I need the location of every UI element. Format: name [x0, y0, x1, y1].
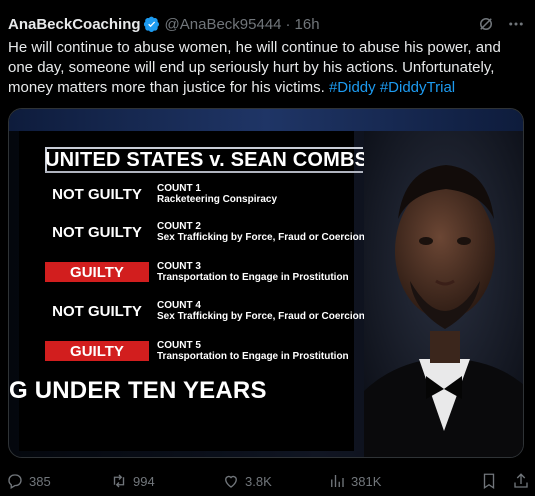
- views-button[interactable]: 381K: [328, 472, 478, 490]
- count-row: NOT GUILTY COUNT 4 Sex Trafficking by Fo…: [45, 298, 365, 324]
- hashtag-diddytrial[interactable]: #DiddyTrial: [380, 79, 455, 96]
- broadcast-stripe: [9, 109, 523, 131]
- bookmark-icon[interactable]: [480, 472, 498, 490]
- count-number: COUNT 3: [157, 261, 201, 272]
- portrait-photo: [364, 131, 523, 457]
- tweet-media-image[interactable]: UNITED STATES v. SEAN COMBS NOT GUILTY C…: [8, 108, 524, 458]
- handle[interactable]: @AnaBeck95444: [165, 16, 282, 33]
- count-number: COUNT 1: [157, 183, 201, 194]
- count-row: NOT GUILTY COUNT 1 Racketeering Conspira…: [45, 181, 277, 207]
- count-charge: Transportation to Engage in Prostitution: [157, 351, 349, 362]
- more-icon[interactable]: [507, 15, 525, 33]
- count-info: COUNT 5 Transportation to Engage in Pros…: [157, 340, 349, 362]
- count-info: COUNT 1 Racketeering Conspiracy: [157, 183, 277, 205]
- count-info: COUNT 4 Sex Trafficking by Force, Fraud …: [157, 300, 365, 322]
- repost-count: 994: [133, 473, 155, 489]
- count-charge: Transportation to Engage in Prostitution: [157, 272, 349, 283]
- tweet-header: AnaBeckCoaching @AnaBeck95444 · 16h: [8, 14, 525, 34]
- verified-badge-icon: [143, 16, 159, 32]
- like-button[interactable]: 3.8K: [222, 472, 328, 490]
- like-icon: [225, 475, 237, 488]
- count-info: COUNT 2 Sex Trafficking by Force, Fraud …: [157, 221, 365, 243]
- count-charge: Sex Trafficking by Force, Fraud or Coerc…: [157, 311, 365, 322]
- graphic-title: UNITED STATES v. SEAN COMBS: [45, 149, 369, 171]
- like-count: 3.8K: [245, 473, 272, 489]
- grok-icon[interactable]: [477, 15, 495, 33]
- action-bar: 385 994 3.8K 381K: [6, 470, 530, 492]
- display-name[interactable]: AnaBeckCoaching: [8, 16, 141, 33]
- separator-dot: ·: [285, 15, 291, 33]
- timestamp[interactable]: 16h: [295, 16, 320, 33]
- reply-button[interactable]: 385: [6, 472, 110, 490]
- count-row: GUILTY COUNT 5 Transportation to Engage …: [45, 338, 349, 364]
- count-number: COUNT 4: [157, 300, 201, 311]
- count-charge: Sex Trafficking by Force, Fraud or Coerc…: [157, 232, 365, 243]
- reply-icon: [8, 474, 22, 489]
- share-icon[interactable]: [512, 472, 530, 490]
- verdict-label: NOT GUILTY: [52, 302, 142, 320]
- count-number: COUNT 5: [157, 340, 201, 351]
- repost-button[interactable]: 994: [110, 472, 222, 490]
- verdict-label: NOT GUILTY: [52, 185, 142, 203]
- count-row: NOT GUILTY COUNT 2 Sex Trafficking by Fo…: [45, 219, 365, 245]
- count-number: COUNT 2: [157, 221, 201, 232]
- lower-third-banner: G UNDER TEN YEARS: [9, 377, 267, 404]
- reply-count: 385: [29, 473, 51, 489]
- count-row: GUILTY COUNT 3 Transportation to Engage …: [45, 259, 349, 285]
- verdict-label: GUILTY: [45, 341, 149, 361]
- hashtag-diddy[interactable]: #Diddy: [329, 79, 376, 96]
- views-count: 381K: [351, 473, 382, 489]
- title-rule: [45, 171, 363, 173]
- count-info: COUNT 3 Transportation to Engage in Pros…: [157, 261, 349, 283]
- count-charge: Racketeering Conspiracy: [157, 194, 278, 205]
- verdict-label: GUILTY: [45, 262, 149, 282]
- tweet-text: He will continue to abuse women, he will…: [8, 38, 528, 98]
- repost-icon: [113, 474, 125, 488]
- verdict-label: NOT GUILTY: [52, 223, 142, 241]
- views-icon: [331, 475, 344, 487]
